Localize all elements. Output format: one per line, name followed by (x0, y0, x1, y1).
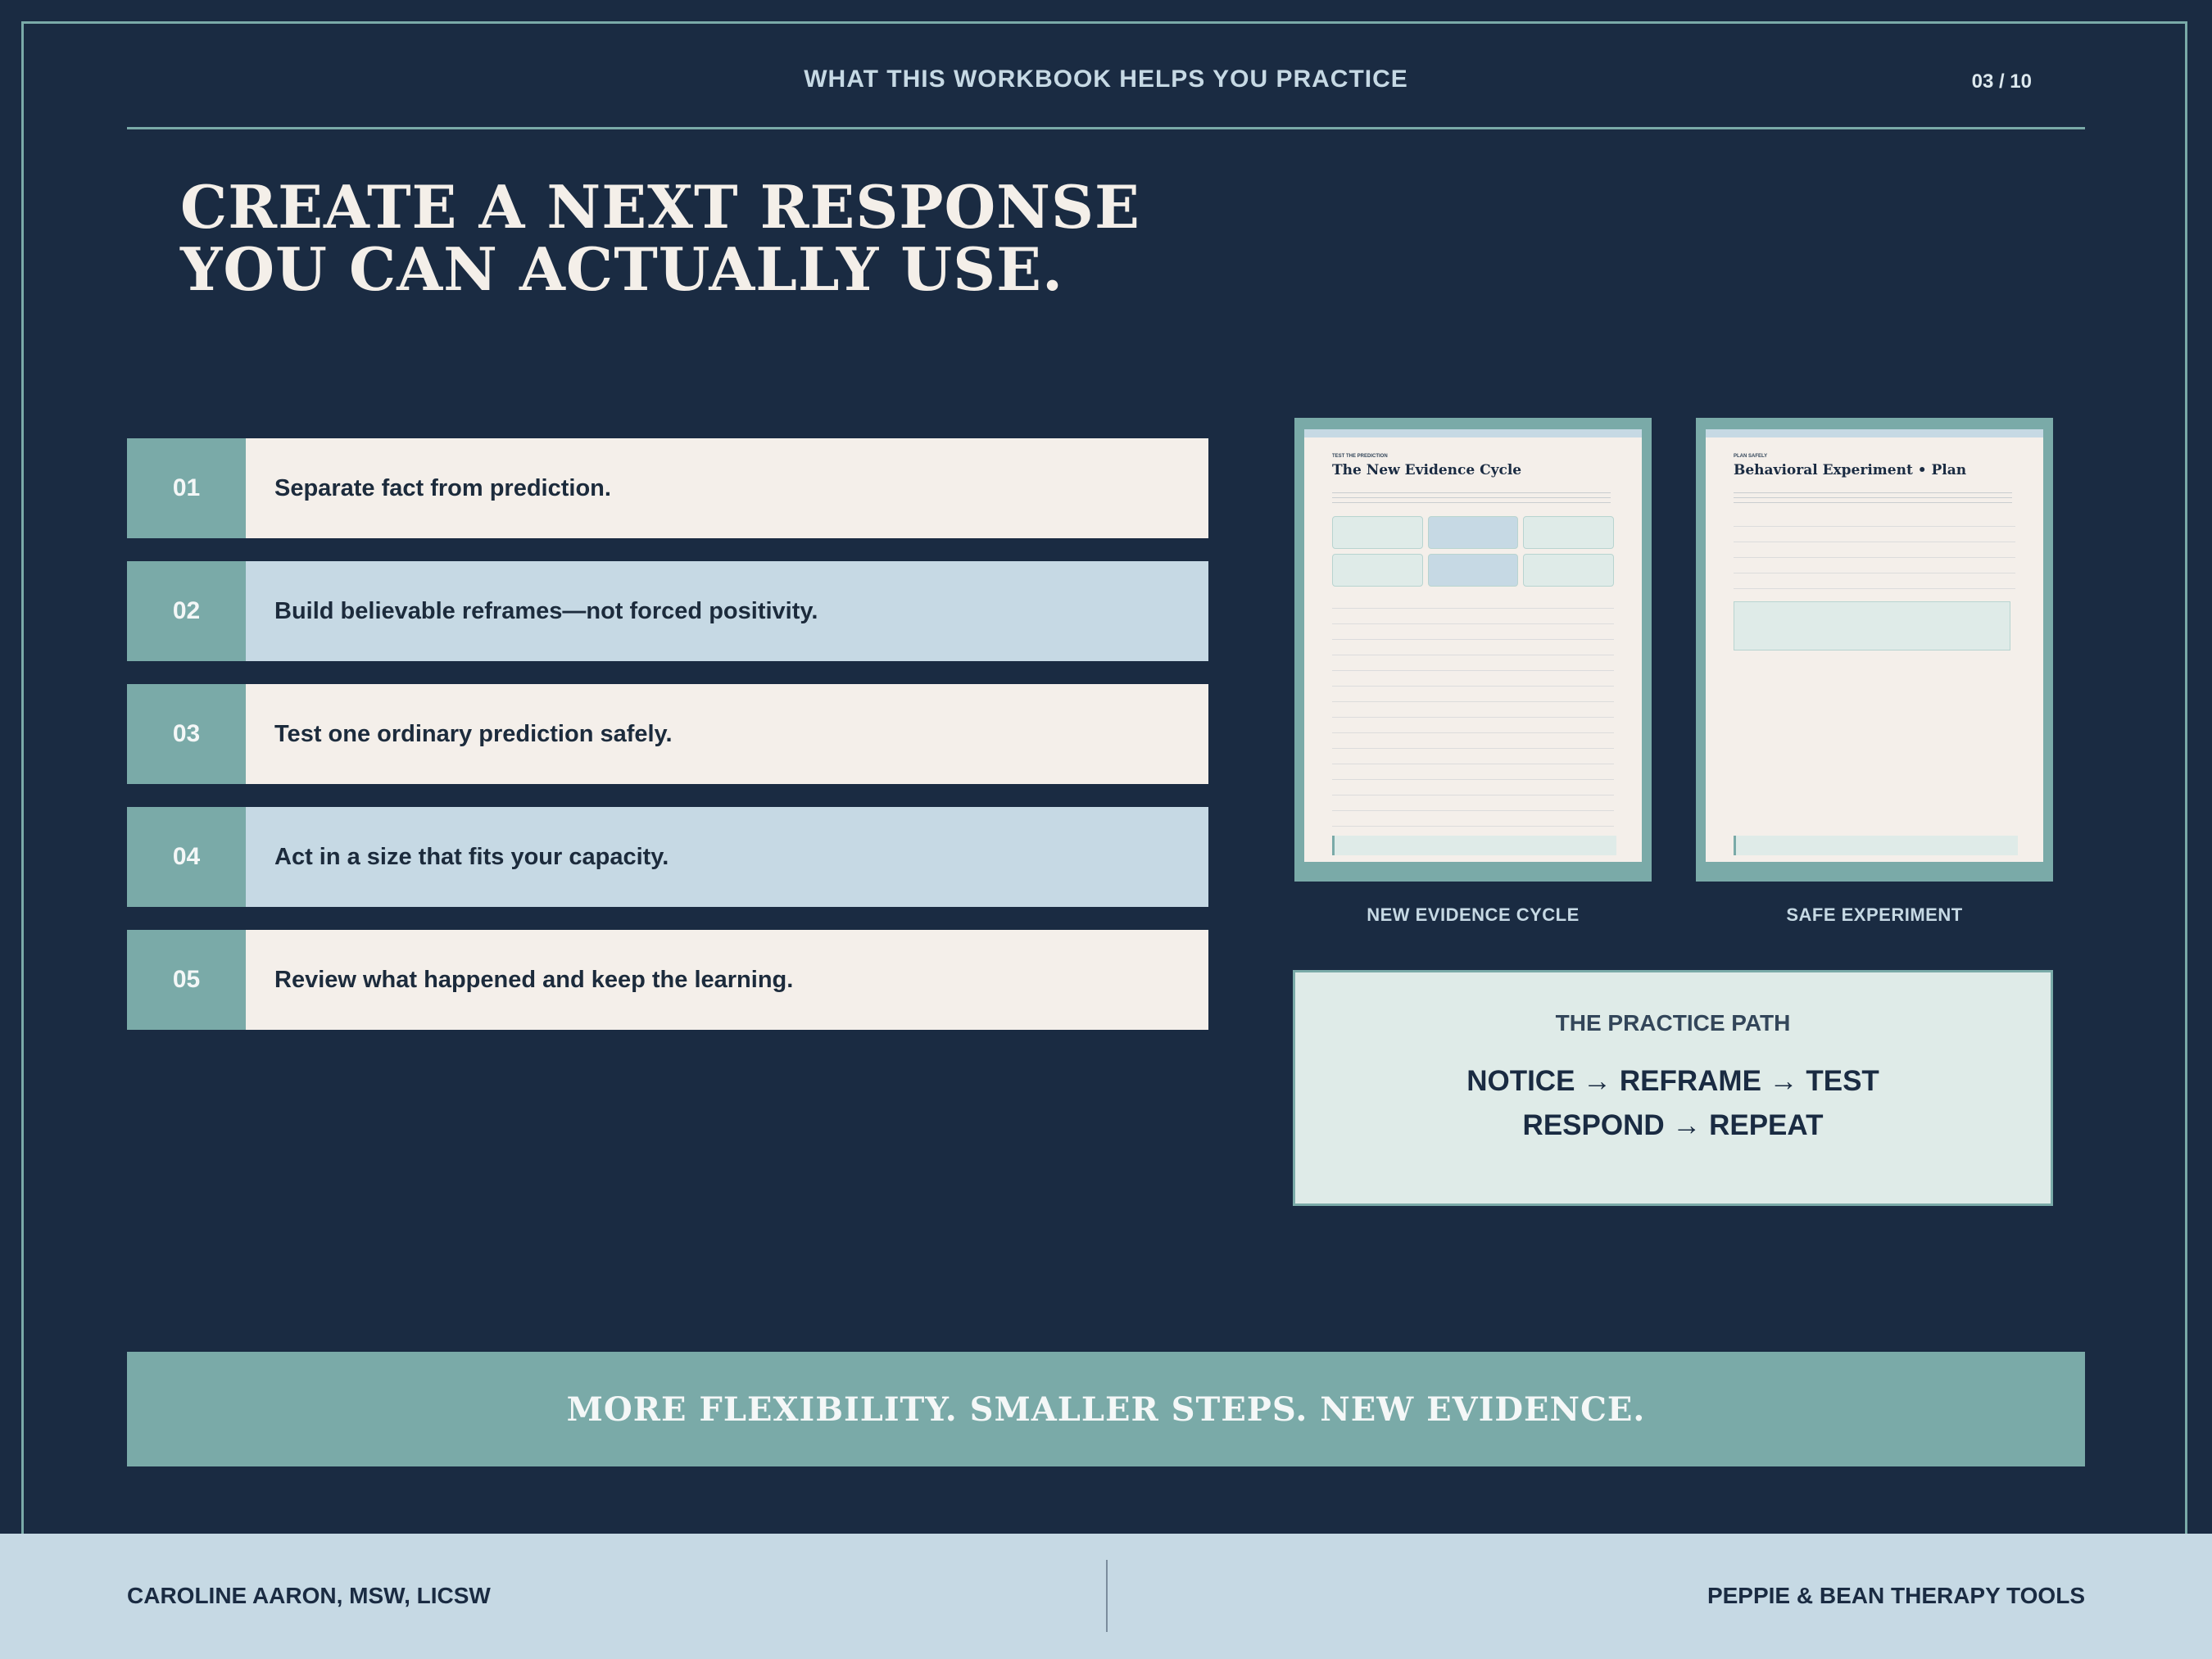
practice-path-box: THE PRACTICE PATH NOTICE → REFRAME → TES… (1293, 970, 2053, 1206)
step-item: 04 Act in a size that fits your capacity… (127, 807, 1208, 907)
worksheet-title: Behavioral Experiment • Plan (1734, 462, 1967, 478)
tagline-banner: MORE FLEXIBILITY. SMALLER STEPS. NEW EVI… (127, 1352, 2085, 1466)
thumbnail-safe-experiment[interactable]: PLAN SAFELY Behavioral Experiment • Plan (1696, 418, 2053, 882)
step-number: 05 (127, 930, 246, 1030)
step-number: 03 (127, 684, 246, 784)
step-item: 03 Test one ordinary prediction safely. (127, 684, 1208, 784)
step-item: 05 Review what happened and keep the lea… (127, 930, 1208, 1030)
worksheet-preview: TEST THE PREDICTION The New Evidence Cyc… (1304, 429, 1642, 862)
cycle-grid (1332, 516, 1614, 587)
step-number: 04 (127, 807, 246, 907)
practice-path-line-2: RESPOND → REPEAT (1522, 1109, 1824, 1141)
step-number: 02 (127, 561, 246, 661)
main-title: CREATE A NEXT RESPONSE YOU CAN ACTUALLY … (180, 176, 1327, 301)
step-item: 01 Separate fact from prediction. (127, 438, 1208, 538)
thumbnail-caption: SAFE EXPERIMENT (1786, 904, 1963, 925)
footer-brand: PEPPIE & BEAN THERAPY TOOLS (1707, 1583, 2085, 1608)
practice-steps-list: 01 Separate fact from prediction. 02 Bui… (127, 438, 1208, 1053)
header-divider (127, 127, 2085, 129)
worksheet-preview: PLAN SAFELY Behavioral Experiment • Plan (1706, 429, 2043, 862)
step-text: Separate fact from prediction. (246, 438, 1208, 538)
step-text: Build believable reframes—not forced pos… (246, 561, 1208, 661)
step-text: Act in a size that fits your capacity. (246, 807, 1208, 907)
practice-path-line-1: NOTICE → REFRAME → TEST (1466, 1065, 1879, 1097)
footer-divider (1106, 1560, 1108, 1632)
practice-path-label: THE PRACTICE PATH (1555, 1010, 1791, 1036)
worksheet-title: The New Evidence Cycle (1332, 462, 1522, 478)
step-text: Test one ordinary prediction safely. (246, 684, 1208, 784)
step-number: 01 (127, 438, 246, 538)
header-title: WHAT THIS WORKBOOK HELPS YOU PRACTICE (804, 66, 1408, 93)
footer-bar: CAROLINE AARON, MSW, LICSW PEPPIE & BEAN… (0, 1534, 2212, 1659)
page-number: 03 / 10 (1971, 70, 2032, 93)
thumbnail-new-evidence-cycle[interactable]: TEST THE PREDICTION The New Evidence Cyc… (1294, 418, 1652, 882)
worksheet-kicker: PLAN SAFELY (1734, 454, 1768, 459)
footer-author: CAROLINE AARON, MSW, LICSW (127, 1583, 491, 1608)
main-title-line-2: YOU CAN ACTUALLY USE. (180, 234, 1064, 304)
worksheet-kicker: TEST THE PREDICTION (1332, 454, 1388, 459)
safety-box (1734, 601, 2010, 650)
step-item: 02 Build believable reframes—not forced … (127, 561, 1208, 661)
thumbnail-caption: NEW EVIDENCE CYCLE (1367, 904, 1580, 925)
step-text: Review what happened and keep the learni… (246, 930, 1208, 1030)
main-title-line-1: CREATE A NEXT RESPONSE (180, 172, 1140, 242)
